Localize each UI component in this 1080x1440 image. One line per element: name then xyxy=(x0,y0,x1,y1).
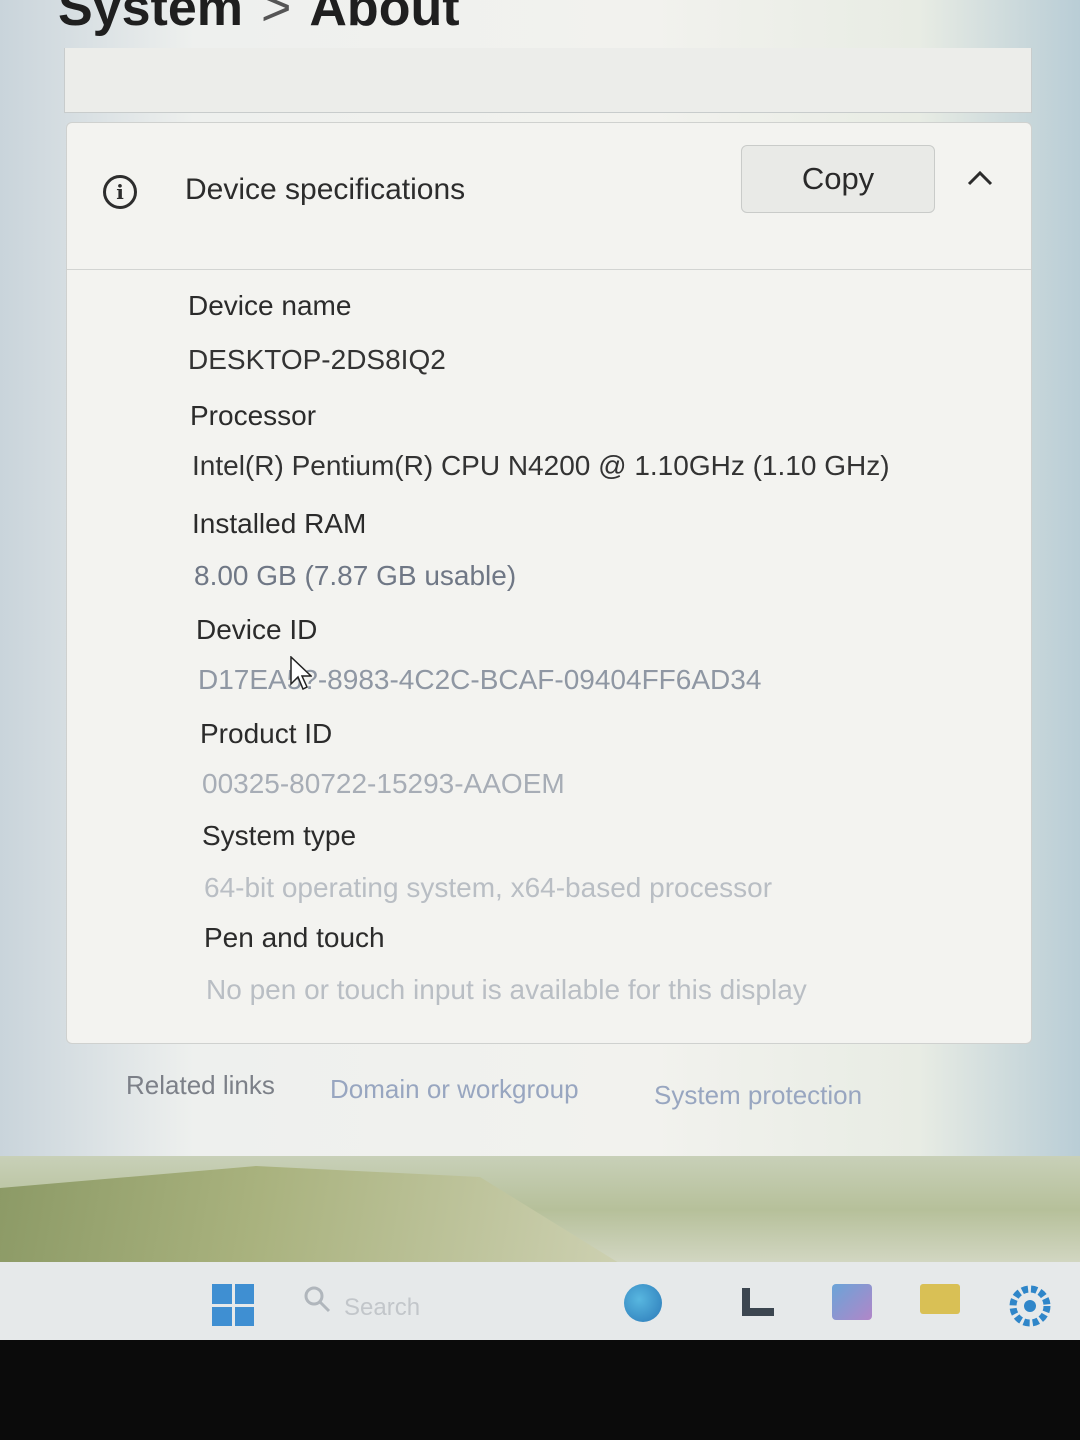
start-icon[interactable] xyxy=(212,1284,254,1326)
settings-window: System > About i Device specifications Cop… xyxy=(0,0,1080,1340)
spec-value-device-name: DESKTOP-2DS8IQ2 xyxy=(188,344,446,375)
mouse-cursor-icon xyxy=(290,656,312,690)
spec-value-processor: Intel(R) Pentium(R) CPU N4200 @ 1.10GHz … xyxy=(192,450,890,481)
spec-label-device-id: Device ID xyxy=(196,614,318,645)
device-specifications-header[interactable]: i Device specifications Copy xyxy=(67,123,1031,270)
spec-value-installed-ram: 8.00 GB (7.87 GB usable) xyxy=(194,560,517,591)
section-title: Device specifications xyxy=(185,173,466,206)
spec-label-pen-and-touch: Pen and touch xyxy=(204,922,385,953)
spec-label-installed-ram: Installed RAM xyxy=(192,508,367,539)
spec-value-pen-and-touch: No pen or touch input is available for t… xyxy=(206,974,807,1005)
file-explorer-icon[interactable] xyxy=(738,1284,778,1320)
spec-value-system-type: 64-bit operating system, x64-based proce… xyxy=(204,872,773,903)
copy-button[interactable]: Copy xyxy=(741,145,935,213)
chevron-up-icon[interactable] xyxy=(965,163,995,193)
spec-label-system-type: System type xyxy=(202,820,357,851)
page-title: System > About xyxy=(58,0,460,38)
desktop-wallpaper xyxy=(0,1156,1080,1276)
domain-or-workgroup-link[interactable]: Domain or workgroup xyxy=(330,1074,579,1105)
edge-icon[interactable] xyxy=(624,1284,662,1322)
breadcrumb-separator: > xyxy=(261,0,292,37)
wallpaper-landscape xyxy=(0,1166,640,1276)
spec-label-product-id: Product ID xyxy=(200,718,333,749)
store-icon[interactable] xyxy=(832,1284,872,1320)
settings-icon[interactable] xyxy=(1008,1284,1052,1328)
system-protection-link[interactable]: System protection xyxy=(654,1080,862,1111)
taskbar-search-label[interactable]: Search xyxy=(344,1294,420,1322)
windows-specifications-card-edge xyxy=(64,48,1032,113)
breadcrumb-current: About xyxy=(309,0,460,37)
folder-icon[interactable] xyxy=(920,1284,960,1314)
info-icon: i xyxy=(103,175,137,209)
spec-label-processor: Processor xyxy=(190,400,317,431)
spec-label-device-name: Device name xyxy=(188,290,352,321)
spec-value-product-id: 00325-80722-15293-AAOEM xyxy=(202,768,565,799)
spec-value-device-id: D17EA5?-8983-4C2C-BCAF-09404FF6AD34 xyxy=(198,664,762,695)
related-links-label: Related links xyxy=(126,1070,275,1100)
search-icon[interactable] xyxy=(302,1284,332,1314)
breadcrumb-parent[interactable]: System xyxy=(58,0,243,37)
taskbar: Search xyxy=(0,1262,1080,1340)
monitor-bezel xyxy=(0,1340,1080,1440)
